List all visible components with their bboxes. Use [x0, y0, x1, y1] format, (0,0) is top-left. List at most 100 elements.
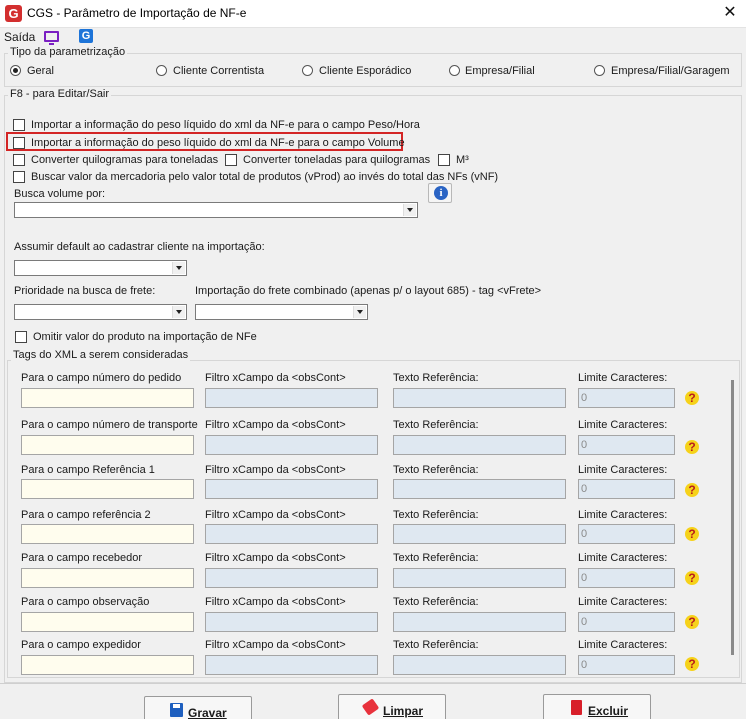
- limite-input[interactable]: 0: [578, 568, 675, 588]
- check-vprod-label: Buscar valor da mercadoria pelo valor to…: [31, 171, 499, 183]
- limite-input[interactable]: 0: [578, 655, 675, 675]
- filtro-label: Filtro xCampo da <obsCont>: [205, 372, 346, 384]
- limite-label: Limite Caracteres:: [578, 464, 668, 476]
- filtro-input[interactable]: [205, 655, 378, 675]
- frete-combinado-label: Importação do frete combinado (apenas p/…: [195, 285, 542, 297]
- texto-ref-input[interactable]: [393, 388, 566, 408]
- filtro-label: Filtro xCampo da <obsCont>: [205, 552, 346, 564]
- info-icon: i: [434, 186, 448, 200]
- menu-saida[interactable]: Saída: [4, 30, 35, 44]
- tag-value-input[interactable]: [21, 435, 194, 455]
- help-icon[interactable]: ?: [685, 440, 699, 454]
- texto-ref-input[interactable]: [393, 568, 566, 588]
- texto-ref-input[interactable]: [393, 524, 566, 544]
- help-icon[interactable]: ?: [685, 391, 699, 405]
- filtro-input[interactable]: [205, 612, 378, 632]
- tag-row-label: Para o campo expedidor: [21, 639, 141, 651]
- limite-label: Limite Caracteres:: [578, 509, 668, 521]
- filtro-input[interactable]: [205, 435, 378, 455]
- radio-cliente-esporadico[interactable]: [302, 65, 313, 76]
- excluir-label: Excluir: [588, 704, 629, 718]
- limpar-label: Limpar: [383, 704, 424, 718]
- radio-empresa-filial-garagem[interactable]: [594, 65, 605, 76]
- divider: [0, 683, 746, 684]
- tag-value-input[interactable]: [21, 524, 194, 544]
- monitor-icon[interactable]: [44, 31, 59, 45]
- tag-value-input[interactable]: [21, 479, 194, 499]
- limite-input[interactable]: 0: [578, 612, 675, 632]
- prioridade-frete-select[interactable]: [14, 304, 187, 320]
- texto-ref-input[interactable]: [393, 655, 566, 675]
- check-m3[interactable]: [438, 154, 450, 166]
- texto-ref-input[interactable]: [393, 612, 566, 632]
- limite-input[interactable]: 0: [578, 435, 675, 455]
- radio-empresa-filial[interactable]: [449, 65, 460, 76]
- check-kg-ton-label: Converter quilogramas para toneladas: [31, 154, 219, 166]
- radio-cliente-correntista[interactable]: [156, 65, 167, 76]
- filtro-label: Filtro xCampo da <obsCont>: [205, 596, 346, 608]
- help-icon[interactable]: ?: [685, 571, 699, 585]
- help-icon[interactable]: ?: [685, 615, 699, 629]
- filtro-input[interactable]: [205, 524, 378, 544]
- g-icon[interactable]: G: [79, 29, 93, 43]
- tag-value-input[interactable]: [21, 655, 194, 675]
- help-icon[interactable]: ?: [685, 657, 699, 671]
- radio-geral[interactable]: [10, 65, 21, 76]
- gravar-label: Gravar: [188, 706, 227, 719]
- app-logo-icon: G: [5, 5, 22, 22]
- radio-cliente-correntista-label: Cliente Correntista: [173, 65, 265, 77]
- tag-row-label: Para o campo observação: [21, 596, 150, 608]
- texto-ref-label: Texto Referência:: [393, 596, 479, 608]
- check-volume[interactable]: [13, 137, 25, 149]
- limite-label: Limite Caracteres:: [578, 552, 668, 564]
- check-kg-ton[interactable]: [13, 154, 25, 166]
- radio-cliente-esporadico-label: Cliente Esporádico: [319, 65, 412, 77]
- excluir-button[interactable]: Excluir: [543, 694, 651, 719]
- filtro-input[interactable]: [205, 479, 378, 499]
- assumir-default-label: Assumir default ao cadastrar cliente na …: [14, 241, 265, 253]
- window-title: CGS - Parâmetro de Importação de NF-e: [27, 6, 247, 20]
- tag-value-input[interactable]: [21, 388, 194, 408]
- check-ton-kg[interactable]: [225, 154, 237, 166]
- scrollbar-thumb[interactable]: [731, 380, 734, 655]
- filtro-label: Filtro xCampo da <obsCont>: [205, 419, 346, 431]
- limite-input[interactable]: 0: [578, 388, 675, 408]
- chevron-down-icon: [172, 262, 185, 274]
- gravar-button[interactable]: Gravar: [144, 696, 252, 719]
- filtro-input[interactable]: [205, 388, 378, 408]
- help-icon[interactable]: ?: [685, 483, 699, 497]
- limite-input[interactable]: 0: [578, 479, 675, 499]
- save-icon: [170, 703, 183, 717]
- check-vprod[interactable]: [13, 171, 25, 183]
- tag-row-label: Para o campo Referência 1: [21, 464, 155, 476]
- tags-legend: Tags do XML a serem consideradas: [11, 349, 191, 361]
- filtro-label: Filtro xCampo da <obsCont>: [205, 464, 346, 476]
- tag-row-label: Para o campo referência 2: [21, 509, 151, 521]
- texto-ref-label: Texto Referência:: [393, 509, 479, 521]
- busca-volume-select[interactable]: [14, 202, 418, 218]
- tag-row-label: Para o campo número de transporte: [21, 419, 198, 431]
- texto-ref-input[interactable]: [393, 479, 566, 499]
- trash-icon: [571, 700, 582, 715]
- close-icon[interactable]: ✕: [720, 3, 740, 23]
- frete-combinado-select[interactable]: [195, 304, 368, 320]
- tag-value-input[interactable]: [21, 568, 194, 588]
- texto-ref-input[interactable]: [393, 435, 566, 455]
- chevron-down-icon: [353, 306, 366, 318]
- radio-geral-label: Geral: [27, 65, 54, 77]
- check-omitir[interactable]: [15, 331, 27, 343]
- filtro-label: Filtro xCampo da <obsCont>: [205, 509, 346, 521]
- help-icon[interactable]: ?: [685, 527, 699, 541]
- limite-input[interactable]: 0: [578, 524, 675, 544]
- tag-value-input[interactable]: [21, 612, 194, 632]
- radio-empresa-filial-garagem-label: Empresa/Filial/Garagem: [611, 65, 730, 77]
- check-peso-hora[interactable]: [13, 119, 25, 131]
- filtro-input[interactable]: [205, 568, 378, 588]
- assumir-default-select[interactable]: [14, 260, 187, 276]
- limite-label: Limite Caracteres:: [578, 372, 668, 384]
- chevron-down-icon: [403, 204, 416, 216]
- limpar-button[interactable]: Limpar: [338, 694, 446, 719]
- texto-ref-label: Texto Referência:: [393, 464, 479, 476]
- info-button[interactable]: i: [428, 183, 452, 203]
- eraser-icon: [361, 698, 380, 716]
